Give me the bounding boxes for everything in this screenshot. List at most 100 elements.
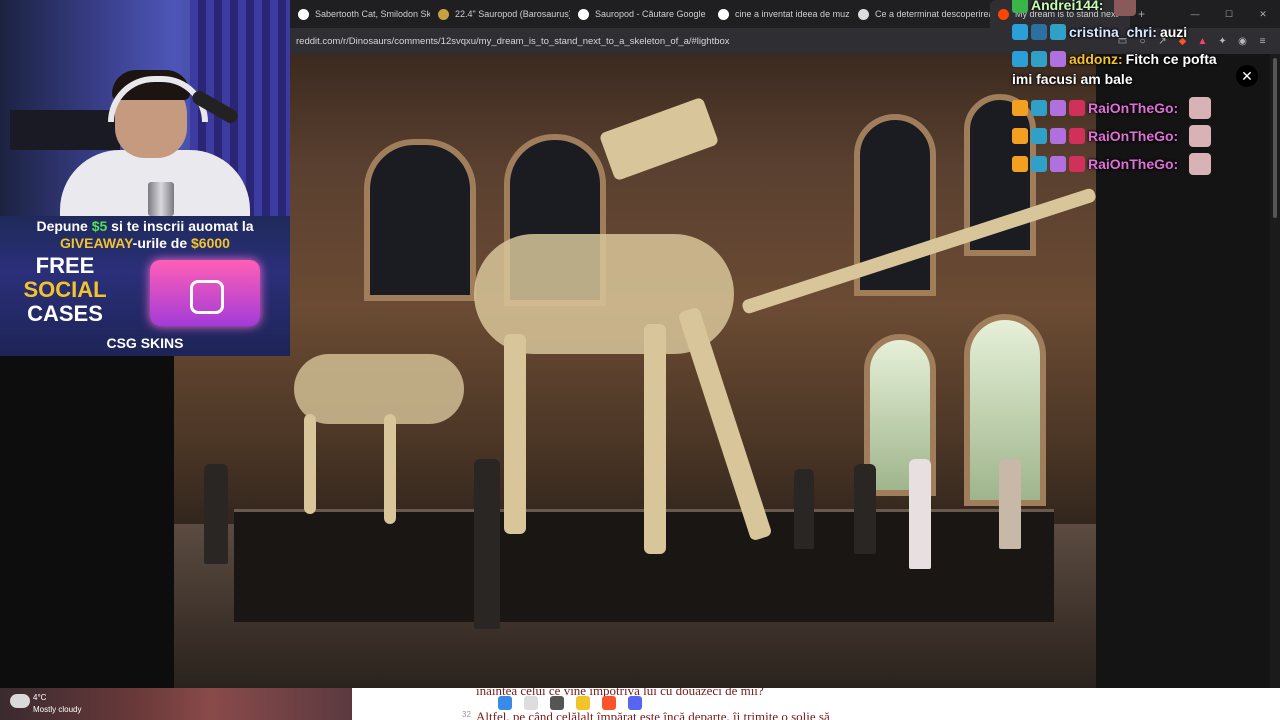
free-social-cases: FREE SOCIAL CASES: [10, 254, 120, 326]
brave-browser-icon[interactable]: [602, 696, 616, 710]
verse-number: 32: [462, 710, 471, 719]
emote-icon: [1114, 0, 1137, 16]
stream-chat: Andrei144: cristina_chri: auzi addonz: F…: [1008, 0, 1268, 190]
weather-description: Mostly cloudy: [33, 705, 82, 714]
subscriber-badge-icon: [1050, 100, 1066, 116]
vip-badge-icon: [1069, 156, 1085, 172]
skeleton-leg: [504, 334, 526, 534]
taskbar-weather-widget[interactable]: 4°C Mostly cloudy: [0, 688, 352, 720]
screen: Sabertooth Cat, Smilodon Skul 22.4" Saur…: [0, 0, 1280, 720]
tab-label: Sauropod - Căutare Google: [595, 9, 706, 19]
gamepad-badge-icon: [1031, 100, 1047, 116]
google-g-icon: [578, 8, 589, 20]
person-figure: [909, 459, 931, 569]
gamepad-badge-icon: [1031, 51, 1047, 67]
chat-message: addonz: Fitch ce pofta: [1012, 51, 1217, 67]
cloud-icon: [10, 694, 30, 708]
ad-amount: $6000: [191, 235, 230, 251]
chat-username: RaiOnTheGo:: [1088, 100, 1179, 116]
background-shelf: [10, 110, 120, 150]
person-figure: [854, 464, 876, 554]
streamer-webcam: [0, 0, 290, 216]
taskbar-icons: [498, 696, 642, 710]
tab-3[interactable]: cine a inventat ideea de muzee: [710, 0, 850, 28]
tab-label: Ce a determinat descoperirea: [875, 9, 990, 19]
person-figure: [204, 464, 228, 564]
emote-icon: [1189, 153, 1212, 175]
search-icon[interactable]: [524, 696, 538, 710]
person-figure: [474, 459, 500, 629]
ad-text: -urile de: [132, 235, 192, 251]
skeleton-leg: [677, 306, 773, 542]
gamepad-badge-icon: [1031, 128, 1047, 144]
task-view-icon[interactable]: [550, 696, 564, 710]
windows-start-icon[interactable]: [498, 696, 512, 710]
tab-label: cine a inventat ideea de muzee: [735, 9, 850, 19]
chat-message: Andrei144:: [1012, 0, 1137, 16]
small-skeleton: [294, 354, 464, 424]
document-text-overlay: înaintea celui ce vine împotriva lui cu …: [352, 688, 1280, 720]
ad-text: si te inscrii auomat la: [107, 218, 254, 234]
subscriber-badge-icon: [1031, 24, 1047, 40]
emote-icon: [1189, 125, 1212, 147]
chat-message: RaiOnTheGo:: [1012, 97, 1212, 119]
subscriber-badge-icon: [1050, 156, 1066, 172]
vip-badge-icon: [1069, 128, 1085, 144]
chat-username: RaiOnTheGo:: [1088, 128, 1179, 144]
small-skeleton-leg: [384, 414, 396, 524]
emote-icon: [1189, 97, 1212, 119]
skeleton-neck: [598, 96, 720, 182]
chat-text: imi facusi am bale: [1012, 71, 1133, 87]
drink-can: [148, 182, 174, 216]
tab-0[interactable]: Sabertooth Cat, Smilodon Skul: [290, 0, 430, 28]
ad-giveaway: GIVEAWAY: [60, 235, 133, 251]
vip-badge-icon: [1069, 100, 1085, 116]
csgo-skins-logo: CSG SKINS: [106, 335, 184, 351]
discord-icon[interactable]: [628, 696, 642, 710]
page-scrollbar[interactable]: [1270, 54, 1280, 688]
ad-free: FREE: [35, 253, 95, 278]
crown-badge-icon: [1012, 128, 1028, 144]
ad-social: SOCIAL: [23, 277, 107, 302]
gamepad-badge-icon: [1050, 24, 1066, 40]
ad-cases: CASES: [27, 301, 103, 326]
chat-username: addonz:: [1069, 51, 1123, 67]
chat-message: RaiOnTheGo:: [1012, 125, 1212, 147]
moderator-badge-icon: [1012, 24, 1028, 40]
instagram-icon: [190, 280, 224, 314]
tab-label: Sabertooth Cat, Smilodon Skul: [315, 9, 430, 19]
subscriber-badge-icon: [1050, 51, 1066, 67]
tab-4[interactable]: Ce a determinat descoperirea: [850, 0, 990, 28]
chatgpt-icon: [858, 8, 869, 20]
chat-username: cristina_chri:: [1069, 24, 1157, 40]
person-figure: [794, 469, 814, 549]
ad-text: Depune: [36, 218, 92, 234]
gamepad-badge-icon: [1031, 156, 1047, 172]
person-figure: [999, 459, 1021, 549]
scrollbar-thumb[interactable]: [1273, 58, 1277, 218]
small-skeleton-leg: [304, 414, 316, 514]
file-explorer-icon[interactable]: [576, 696, 590, 710]
chat-username: RaiOnTheGo:: [1088, 156, 1179, 172]
google-g-icon: [298, 8, 309, 20]
tab-1[interactable]: 22.4" Sauropod (Barosaurus) C: [430, 0, 570, 28]
chat-text: auzi: [1159, 24, 1188, 40]
chat-text: Fitch ce pofta: [1125, 51, 1217, 67]
document-line: Altfel, pe când celălalt împărat este în…: [476, 709, 830, 720]
ad-line-1: Depune $5 si te inscrii auomat la: [0, 218, 290, 234]
crown-badge-icon: [1012, 156, 1028, 172]
chat-message: RaiOnTheGo:: [1012, 153, 1212, 175]
crown-badge-icon: [1012, 100, 1028, 116]
chat-username: Andrei144:: [1031, 0, 1104, 13]
url-input[interactable]: reddit.com/r/Dinosaurs/comments/12svqxu/…: [296, 36, 1117, 47]
tab-label: 22.4" Sauropod (Barosaurus) C: [455, 9, 570, 19]
ad-line-2: GIVEAWAY-urile de $6000: [0, 235, 290, 251]
subscriber-badge-icon: [1050, 128, 1066, 144]
giveaway-ad: Depune $5 si te inscrii auomat la GIVEAW…: [0, 216, 290, 356]
skeleton-leg: [644, 324, 666, 554]
tab-2[interactable]: Sauropod - Căutare Google: [570, 0, 710, 28]
dinosaur-icon: [438, 8, 449, 20]
moderator-badge-icon: [1012, 51, 1028, 67]
dinosaur-skeleton-photo[interactable]: [174, 54, 1096, 688]
chat-message-continued: imi facusi am bale: [1012, 71, 1133, 87]
